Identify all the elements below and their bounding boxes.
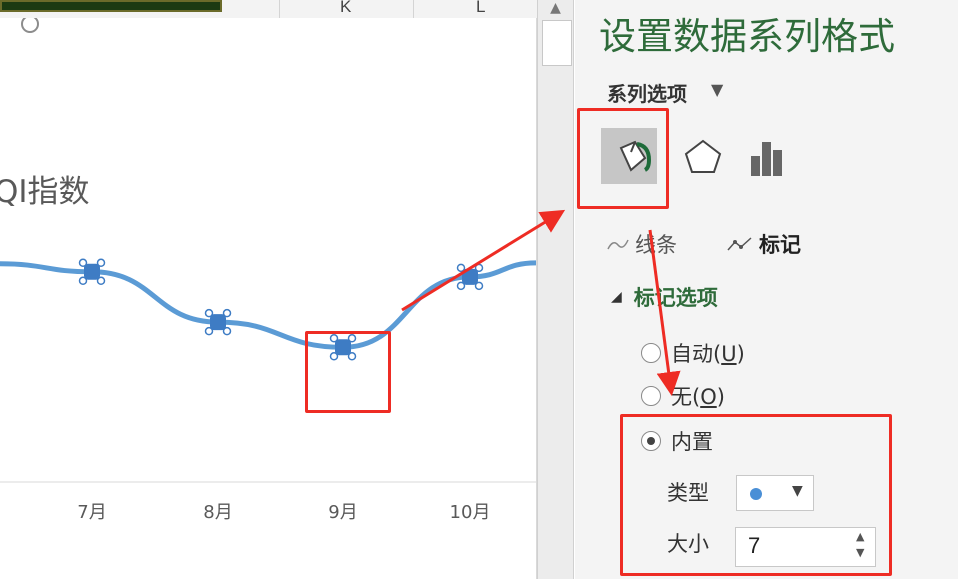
selection-handle (222, 326, 232, 336)
marker-subtab[interactable]: 标记 (727, 229, 801, 259)
annotation-box-builtin-options (620, 414, 892, 576)
column-header-l[interactable]: L (476, 0, 485, 17)
caret-down-icon[interactable]: ▼ (711, 80, 723, 99)
radio-auto[interactable]: 自动(U) (641, 338, 745, 368)
pentagon-icon (684, 139, 722, 173)
effects-tab[interactable] (675, 128, 731, 184)
series-line[interactable] (0, 260, 536, 350)
marker-options-section[interactable]: ◢ 标记选项 (611, 282, 718, 312)
annotation-box-selected-point (305, 331, 391, 413)
selection-handle (456, 281, 466, 291)
radio-none-label: 无(O) (671, 385, 725, 409)
x-tick-label: 7月 (77, 502, 106, 523)
x-tick-label: 10月 (450, 502, 491, 523)
selection-handle (222, 308, 232, 318)
collapse-triangle-icon[interactable]: ◢ (611, 289, 622, 305)
selection-handle (96, 276, 106, 286)
column-header-bar: K L (0, 0, 540, 19)
column-separator (279, 0, 280, 18)
x-tick-label: 9月 (328, 502, 357, 523)
radio-auto-button[interactable] (641, 343, 661, 363)
bar-chart-icon (751, 142, 782, 176)
chart-area[interactable]: QI指数 7月 8月 9月 10月 (0, 18, 537, 579)
radio-none[interactable]: 无(O) (641, 381, 725, 411)
selection-handle (474, 263, 484, 273)
scroll-up-arrow-icon[interactable]: ▲ (538, 0, 573, 16)
vertical-scrollbar[interactable]: ▲ (537, 0, 574, 579)
selection-handle (456, 263, 466, 273)
selection-handle (474, 281, 484, 291)
line-chart[interactable]: 7月 8月 9月 10月 (0, 18, 536, 579)
line-subtab[interactable]: 线条 (607, 229, 677, 259)
selected-cell-range[interactable] (0, 0, 222, 12)
series-options-dropdown[interactable]: 系列选项 (607, 78, 687, 107)
chart-resize-handle[interactable] (21, 18, 39, 33)
column-header-k[interactable]: K (340, 0, 351, 17)
x-tick-label: 8月 (203, 502, 232, 523)
line-subtab-label: 线条 (635, 233, 677, 257)
selection-handle (96, 258, 106, 268)
scroll-thumb[interactable] (542, 20, 572, 66)
annotation-box-fill-tab (577, 108, 669, 209)
selection-handle (204, 326, 214, 336)
series-options-tab[interactable] (741, 128, 797, 184)
radio-none-button[interactable] (641, 386, 661, 406)
line-icon (607, 239, 629, 250)
marker-line-icon (727, 237, 752, 251)
marker-subtab-label: 标记 (759, 233, 801, 257)
selection-handle (78, 276, 88, 286)
selection-handle (204, 308, 214, 318)
pane-title: 设置数据系列格式 (599, 15, 895, 58)
selection-handle (78, 258, 88, 268)
marker-options-heading: 标记选项 (633, 286, 718, 310)
radio-auto-label: 自动(U) (671, 342, 745, 366)
column-separator (413, 0, 414, 18)
